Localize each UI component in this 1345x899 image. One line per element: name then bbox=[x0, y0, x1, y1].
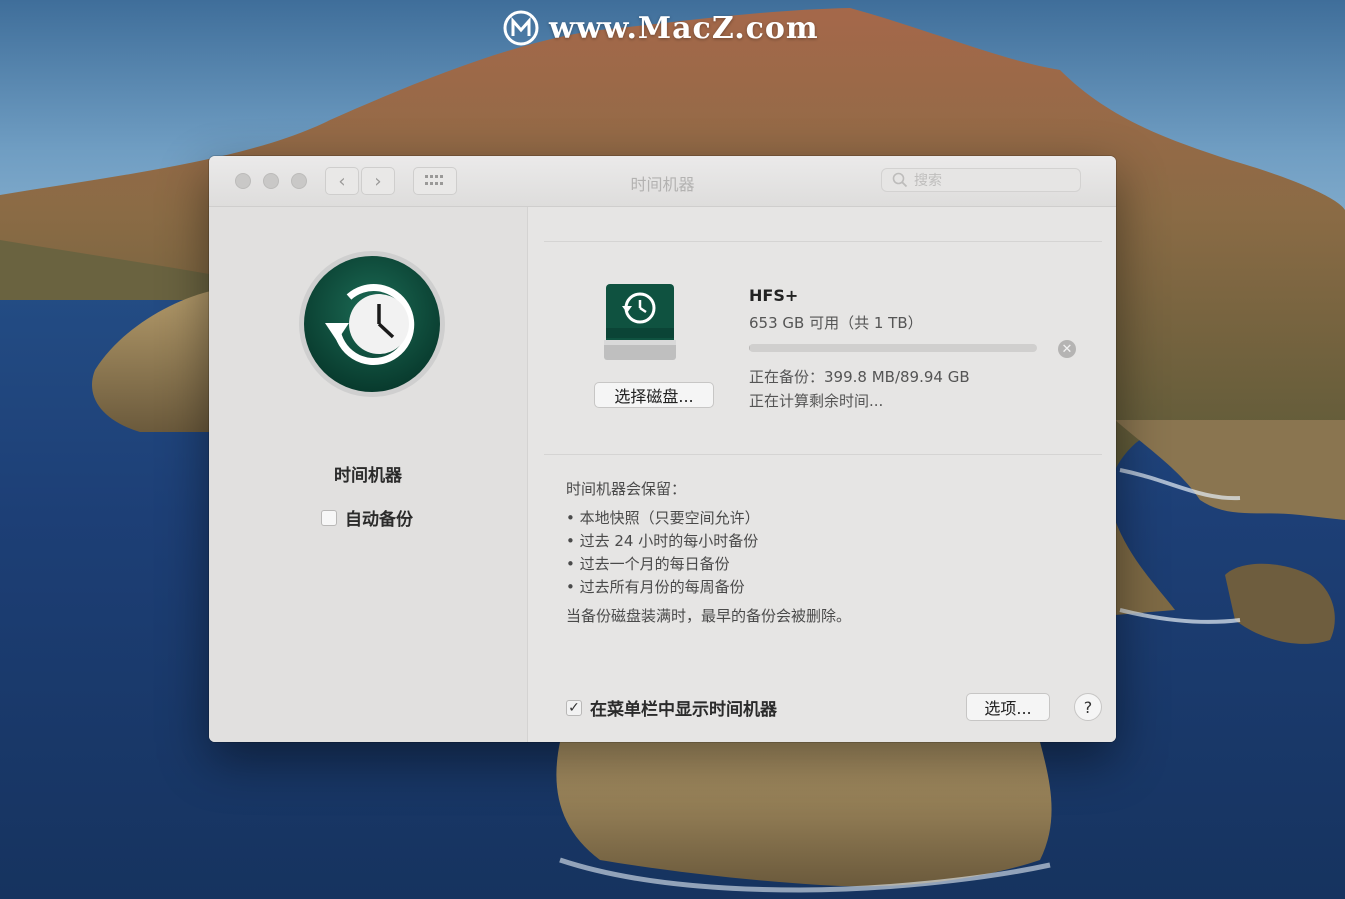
show-in-menubar-label: 在菜单栏中显示时间机器 bbox=[590, 700, 777, 720]
sidebar: 时间机器 自动备份 bbox=[209, 207, 528, 742]
retention-info: 时间机器会保留： 本地快照（只要空间允许） 过去 24 小时的每小时备份 过去一… bbox=[566, 478, 851, 628]
titlebar: ‹ › 时间机器 搜索 bbox=[209, 156, 1116, 207]
show-in-menubar-checkbox[interactable]: ✓ bbox=[566, 699, 582, 716]
app-name: 时间机器 bbox=[334, 466, 402, 486]
retention-heading: 时间机器会保留： bbox=[566, 480, 687, 498]
show-in-menubar-option[interactable]: ✓ 在菜单栏中显示时间机器 bbox=[566, 695, 777, 720]
list-item: 过去所有月份的每周备份 bbox=[566, 576, 851, 599]
search-placeholder: 搜索 bbox=[914, 173, 942, 189]
cancel-backup-button[interactable]: ✕ bbox=[1058, 340, 1076, 358]
backup-progress-bar bbox=[749, 344, 1037, 352]
checkmark-icon: ✓ bbox=[568, 699, 580, 716]
preferences-window: ‹ › 时间机器 搜索 时间机器 自动备份 选择磁盘... HFS+ 653 G… bbox=[209, 156, 1116, 742]
backup-progress-fill bbox=[749, 344, 751, 352]
macz-logo-icon bbox=[503, 10, 539, 46]
disk-name: HFS+ bbox=[749, 286, 799, 305]
retention-note: 当备份磁盘装满时，最早的备份会被删除。 bbox=[566, 607, 852, 625]
help-button[interactable]: ? bbox=[1074, 693, 1102, 721]
list-item: 本地快照（只要空间允许） bbox=[566, 507, 851, 530]
disk-free-space: 653 GB 可用（共 1 TB） bbox=[749, 314, 923, 332]
options-button[interactable]: 选项... bbox=[966, 693, 1050, 721]
auto-backup-checkbox[interactable] bbox=[321, 509, 337, 526]
remaining-time: 正在计算剩余时间... bbox=[749, 392, 884, 410]
select-disk-button[interactable]: 选择磁盘... bbox=[594, 382, 714, 408]
watermark-text: www.MacZ.com bbox=[549, 10, 819, 46]
search-icon bbox=[892, 172, 908, 188]
main-panel: 选择磁盘... HFS+ 653 GB 可用（共 1 TB） ✕ 正在备份：39… bbox=[528, 207, 1116, 742]
backup-disk-icon bbox=[604, 284, 676, 360]
auto-backup-label: 自动备份 bbox=[345, 510, 413, 530]
search-field[interactable]: 搜索 bbox=[881, 168, 1081, 192]
watermark: www.MacZ.com bbox=[503, 8, 819, 48]
list-item: 过去一个月的每日备份 bbox=[566, 553, 851, 576]
auto-backup-option[interactable]: 自动备份 bbox=[321, 505, 413, 530]
list-item: 过去 24 小时的每小时备份 bbox=[566, 530, 851, 553]
retention-list: 本地快照（只要空间允许） 过去 24 小时的每小时备份 过去一个月的每日备份 过… bbox=[566, 507, 851, 599]
backup-status: 正在备份：399.8 MB/89.94 GB bbox=[749, 368, 970, 386]
time-machine-icon bbox=[299, 251, 445, 397]
backup-disk-panel: 选择磁盘... HFS+ 653 GB 可用（共 1 TB） ✕ 正在备份：39… bbox=[544, 241, 1102, 455]
close-icon: ✕ bbox=[1061, 341, 1073, 357]
